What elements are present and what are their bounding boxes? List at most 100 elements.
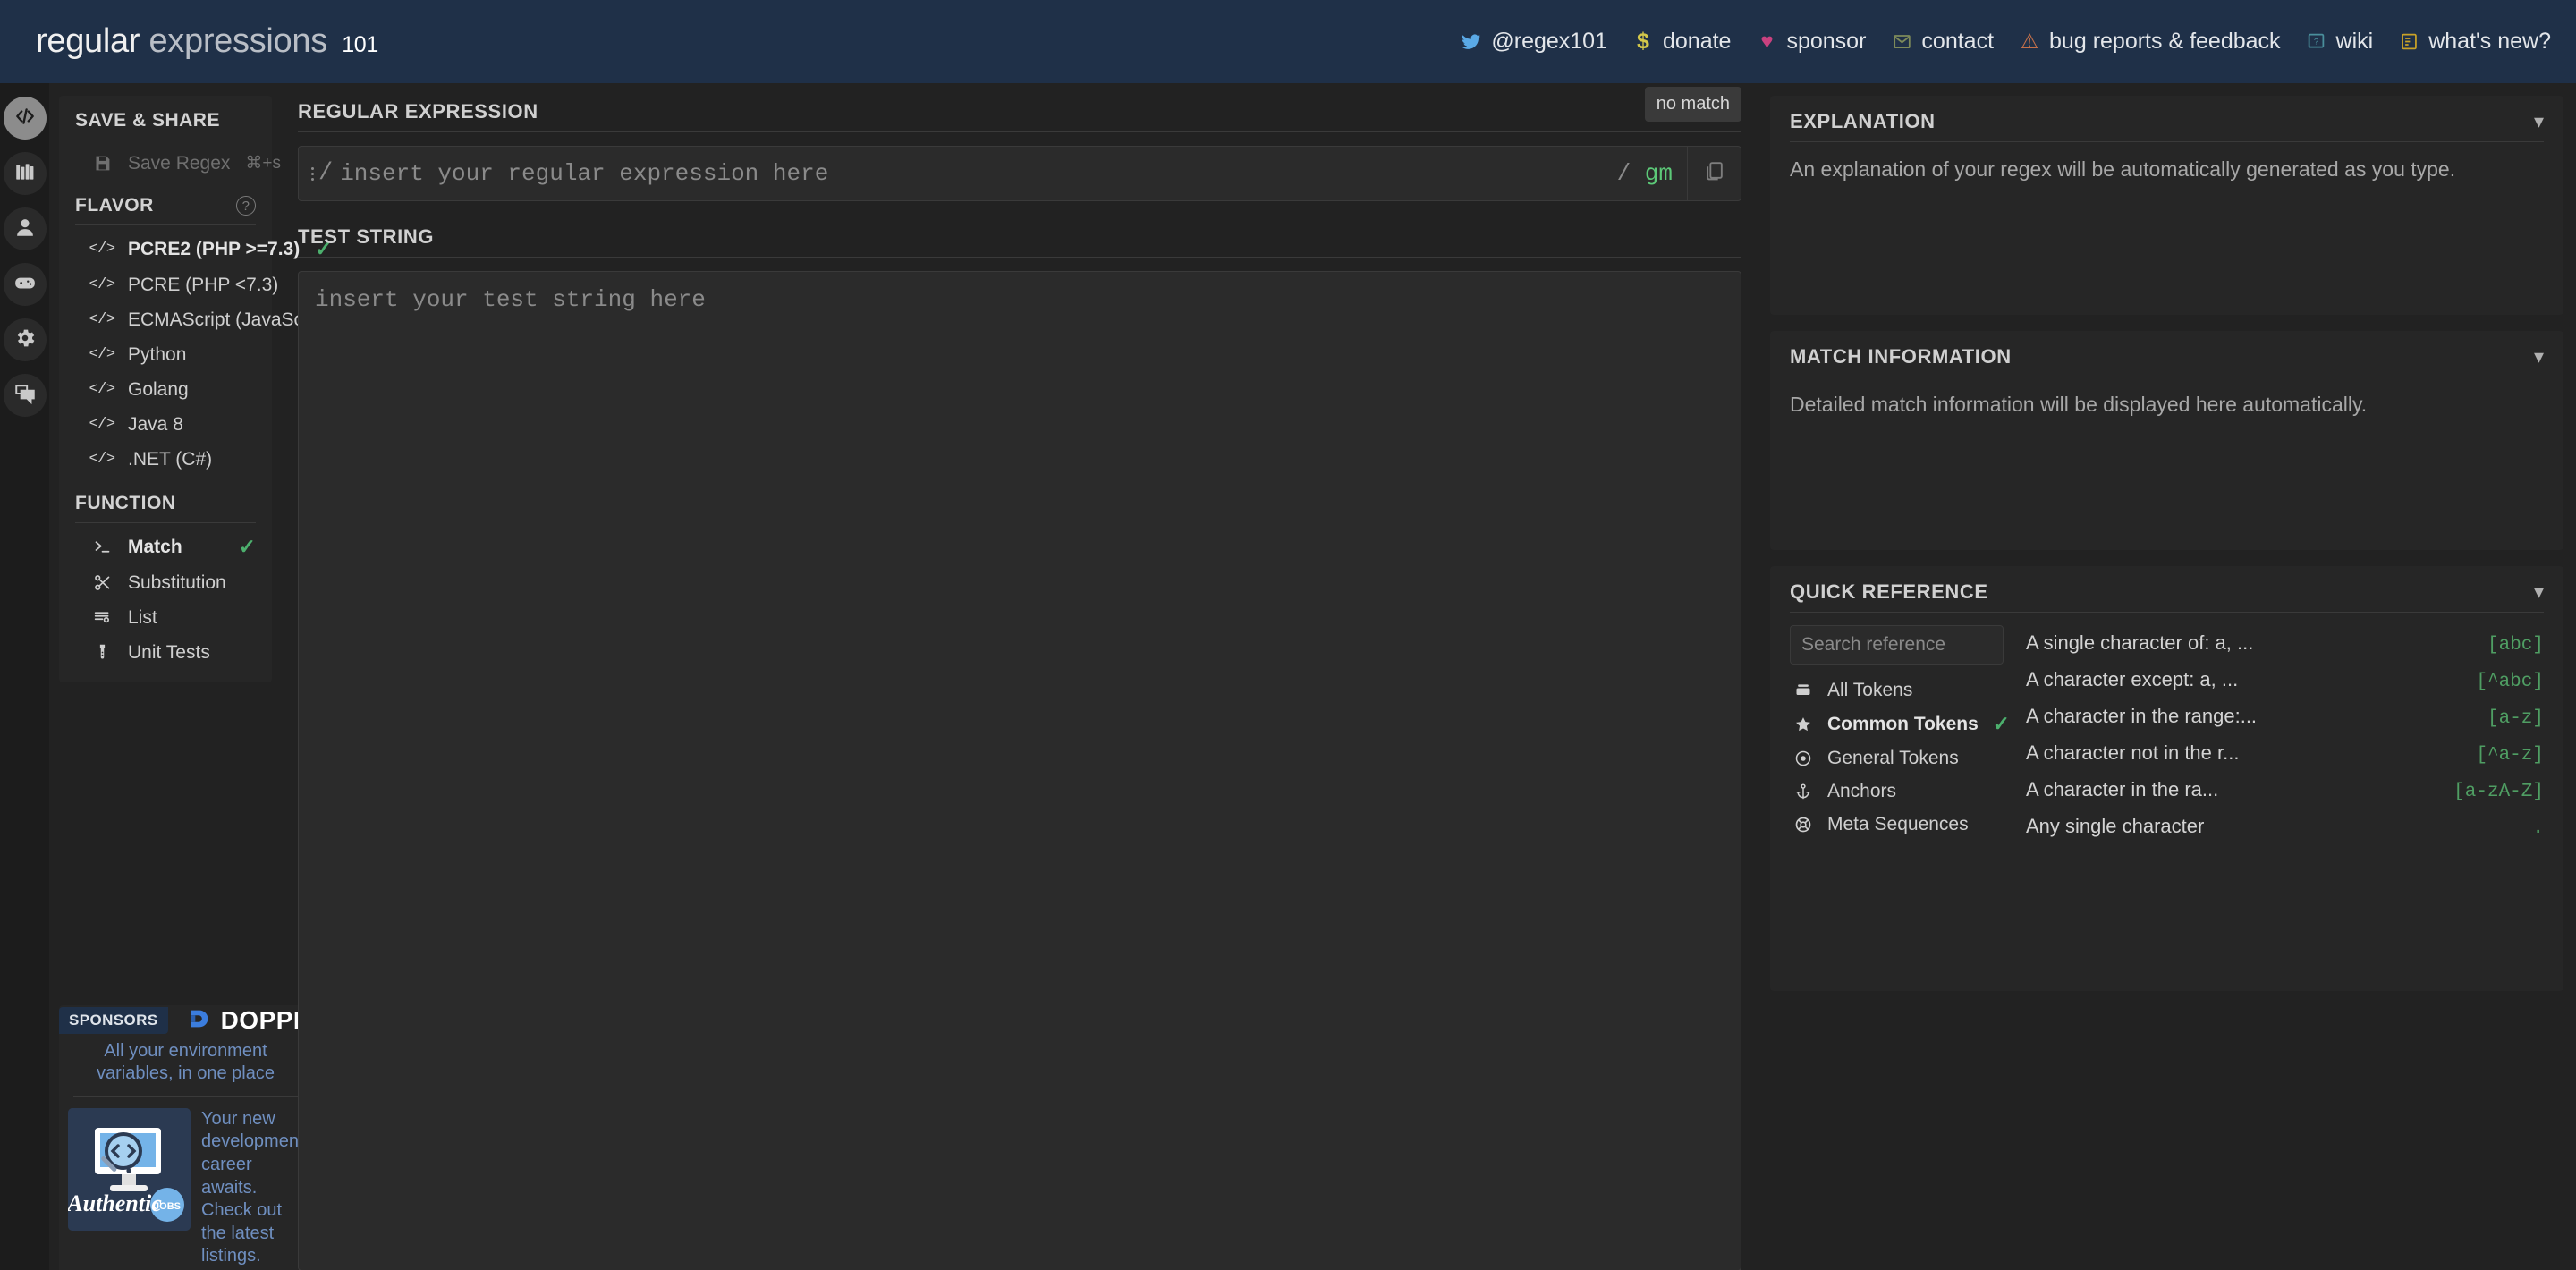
- list-settings-icon: [91, 608, 113, 627]
- test-tube-icon: [91, 643, 113, 662]
- right-sidebar-panel: EXPLANATION ▾ An explanation of your reg…: [1758, 83, 2576, 1270]
- function-item-unit-tests[interactable]: Unit Tests: [75, 635, 256, 670]
- match-information-card: MATCH INFORMATION ▾ Detailed match infor…: [1770, 331, 2563, 550]
- regex-flags[interactable]: / gm: [1617, 160, 1687, 187]
- match-status-badge[interactable]: no match: [1645, 87, 1741, 122]
- nav-item-wiki[interactable]: ? wiki: [2305, 29, 2374, 55]
- warning-icon: ⚠: [2018, 30, 2041, 54]
- top-navigation-bar: regular expressions 101 @regex101 $ dona…: [0, 0, 2576, 83]
- quick-reference-header: QUICK REFERENCE ▾: [1790, 580, 2544, 613]
- terminal-icon: [91, 538, 113, 556]
- heart-icon: ♥: [1755, 30, 1778, 54]
- save-regex-button[interactable]: Save Regex ⌘+s: [75, 146, 256, 181]
- flavor-label-pcre: PCRE (PHP <7.3): [128, 275, 278, 296]
- chevron-down-icon[interactable]: ▾: [2534, 347, 2544, 367]
- token-code: [^abc]: [2476, 672, 2544, 692]
- chevron-down-icon[interactable]: ▾: [2534, 112, 2544, 131]
- nav-item-sponsor[interactable]: ♥ sponsor: [1755, 29, 1866, 55]
- check-icon: ✓: [239, 535, 256, 559]
- function-heading: FUNCTION: [75, 493, 176, 514]
- qr-category-all-tokens[interactable]: All Tokens: [1790, 673, 2004, 707]
- nav-item-whats-new[interactable]: what's new?: [2397, 29, 2551, 55]
- token-row[interactable]: Any single character .: [2026, 809, 2544, 845]
- function-item-list[interactable]: List: [75, 600, 256, 635]
- nav-label-wiki: wiki: [2336, 29, 2374, 55]
- function-label-list: List: [128, 607, 256, 629]
- token-description: A character in the range:...: [2026, 705, 2257, 728]
- flavor-help-icon[interactable]: ?: [236, 196, 256, 216]
- qr-label-meta-sequences: Meta Sequences: [1827, 814, 2004, 835]
- search-reference-input[interactable]: [1790, 625, 2004, 665]
- function-label-substitution: Substitution: [128, 572, 256, 594]
- site-logo[interactable]: regular expressions 101: [36, 22, 378, 61]
- qr-label-common-tokens: Common Tokens: [1827, 714, 1979, 735]
- code-icon: </>: [91, 451, 113, 468]
- nav-item-contact[interactable]: contact: [1890, 29, 1994, 55]
- token-row[interactable]: A character in the range:... [a-z]: [2026, 698, 2544, 735]
- regex-input-box[interactable]: / / gm: [298, 146, 1741, 201]
- flavor-item-java8[interactable]: </> Java 8: [75, 407, 256, 442]
- rail-button-gamepad[interactable]: [4, 263, 47, 306]
- token-row[interactable]: A character except: a, ... [^abc]: [2026, 662, 2544, 698]
- function-item-substitution[interactable]: Substitution: [75, 565, 256, 600]
- flavor-item-pcre[interactable]: </> PCRE (PHP <7.3): [75, 267, 256, 302]
- code-icon: </>: [91, 241, 113, 258]
- sponsors-section: SPONSORS DOPPLER All your environment va…: [59, 1005, 312, 1270]
- rail-button-chat[interactable]: [4, 374, 47, 417]
- gamepad-icon: [13, 271, 37, 299]
- qr-label-general-tokens: General Tokens: [1827, 748, 2004, 769]
- authentic-jobs-ad-image[interactable]: JOBS Authentic: [68, 1108, 191, 1231]
- copy-regex-button[interactable]: [1687, 146, 1741, 201]
- flavor-item-python[interactable]: </> Python: [75, 337, 256, 372]
- quick-reference-body: All Tokens Common Tokens ✓ General Token…: [1790, 613, 2544, 845]
- rail-button-account[interactable]: [4, 207, 47, 250]
- qr-category-general-tokens[interactable]: General Tokens: [1790, 741, 2004, 775]
- save-share-card: SAVE & SHARE Save Regex ⌘+s FLAVOR ? </>…: [59, 96, 272, 682]
- sponsor-ad[interactable]: JOBS Authentic Your new development care…: [59, 1097, 312, 1268]
- nav-item-bug-reports[interactable]: ⚠ bug reports & feedback: [2018, 29, 2281, 55]
- token-row[interactable]: A single character of: a, ... [abc]: [2026, 625, 2544, 662]
- token-row[interactable]: A character in the ra... [a-zA-Z]: [2026, 772, 2544, 809]
- rail-button-library[interactable]: [4, 152, 47, 195]
- rail-button-code[interactable]: [4, 97, 47, 140]
- rail-button-settings[interactable]: [4, 318, 47, 361]
- logo-101: 101: [342, 32, 378, 57]
- svg-text:Authentic: Authentic: [68, 1190, 162, 1216]
- flavor-label-java8: Java 8: [128, 414, 256, 436]
- scissors-icon: [91, 573, 113, 592]
- library-icon: [13, 160, 37, 188]
- chat-icon: [13, 382, 37, 410]
- flavor-item-golang[interactable]: </> Golang: [75, 372, 256, 407]
- logo-regular: regular: [36, 22, 140, 60]
- token-description: A single character of: a, ...: [2026, 631, 2253, 655]
- token-description: A character not in the r...: [2026, 741, 2239, 765]
- nav-item-twitter[interactable]: @regex101: [1460, 29, 1607, 55]
- mail-icon: [1890, 30, 1913, 54]
- qr-category-common-tokens[interactable]: Common Tokens ✓: [1790, 707, 2004, 741]
- function-label-match: Match: [128, 537, 224, 558]
- chevron-down-icon[interactable]: ▾: [2534, 582, 2544, 602]
- news-icon: [2397, 30, 2420, 54]
- regex-input[interactable]: [333, 160, 1616, 187]
- qr-category-meta-sequences[interactable]: Meta Sequences: [1790, 808, 2004, 841]
- test-string-input[interactable]: insert your test string here: [298, 271, 1741, 1270]
- function-item-match[interactable]: Match ✓: [75, 529, 256, 565]
- flavor-item-dotnet[interactable]: </> .NET (C#): [75, 442, 256, 477]
- drag-handle-icon[interactable]: [311, 167, 314, 181]
- function-title: FUNCTION: [75, 493, 256, 523]
- save-share-title: SAVE & SHARE: [75, 110, 256, 140]
- flavor-item-ecmascript[interactable]: </> ECMAScript (JavaScript): [75, 302, 256, 337]
- nav-item-donate[interactable]: $ donate: [1631, 29, 1731, 55]
- nav-links: @regex101 $ donate ♥ sponsor contact ⚠ b…: [1460, 29, 2551, 55]
- qr-category-anchors[interactable]: Anchors: [1790, 775, 2004, 808]
- flavor-heading: FLAVOR: [75, 195, 154, 216]
- quick-reference-title: QUICK REFERENCE: [1790, 580, 1988, 604]
- code-icon: </>: [91, 276, 113, 293]
- token-row[interactable]: A character not in the r... [^a-z]: [2026, 735, 2544, 772]
- code-icon: [13, 105, 37, 132]
- logo-expressions: expressions: [148, 22, 326, 60]
- explanation-header: EXPLANATION ▾: [1790, 110, 2544, 142]
- flavor-item-pcre2[interactable]: </> PCRE2 (PHP >=7.3) ✓: [75, 231, 256, 267]
- target-icon: [1793, 749, 1813, 767]
- sponsors-badge: SPONSORS: [59, 1007, 168, 1034]
